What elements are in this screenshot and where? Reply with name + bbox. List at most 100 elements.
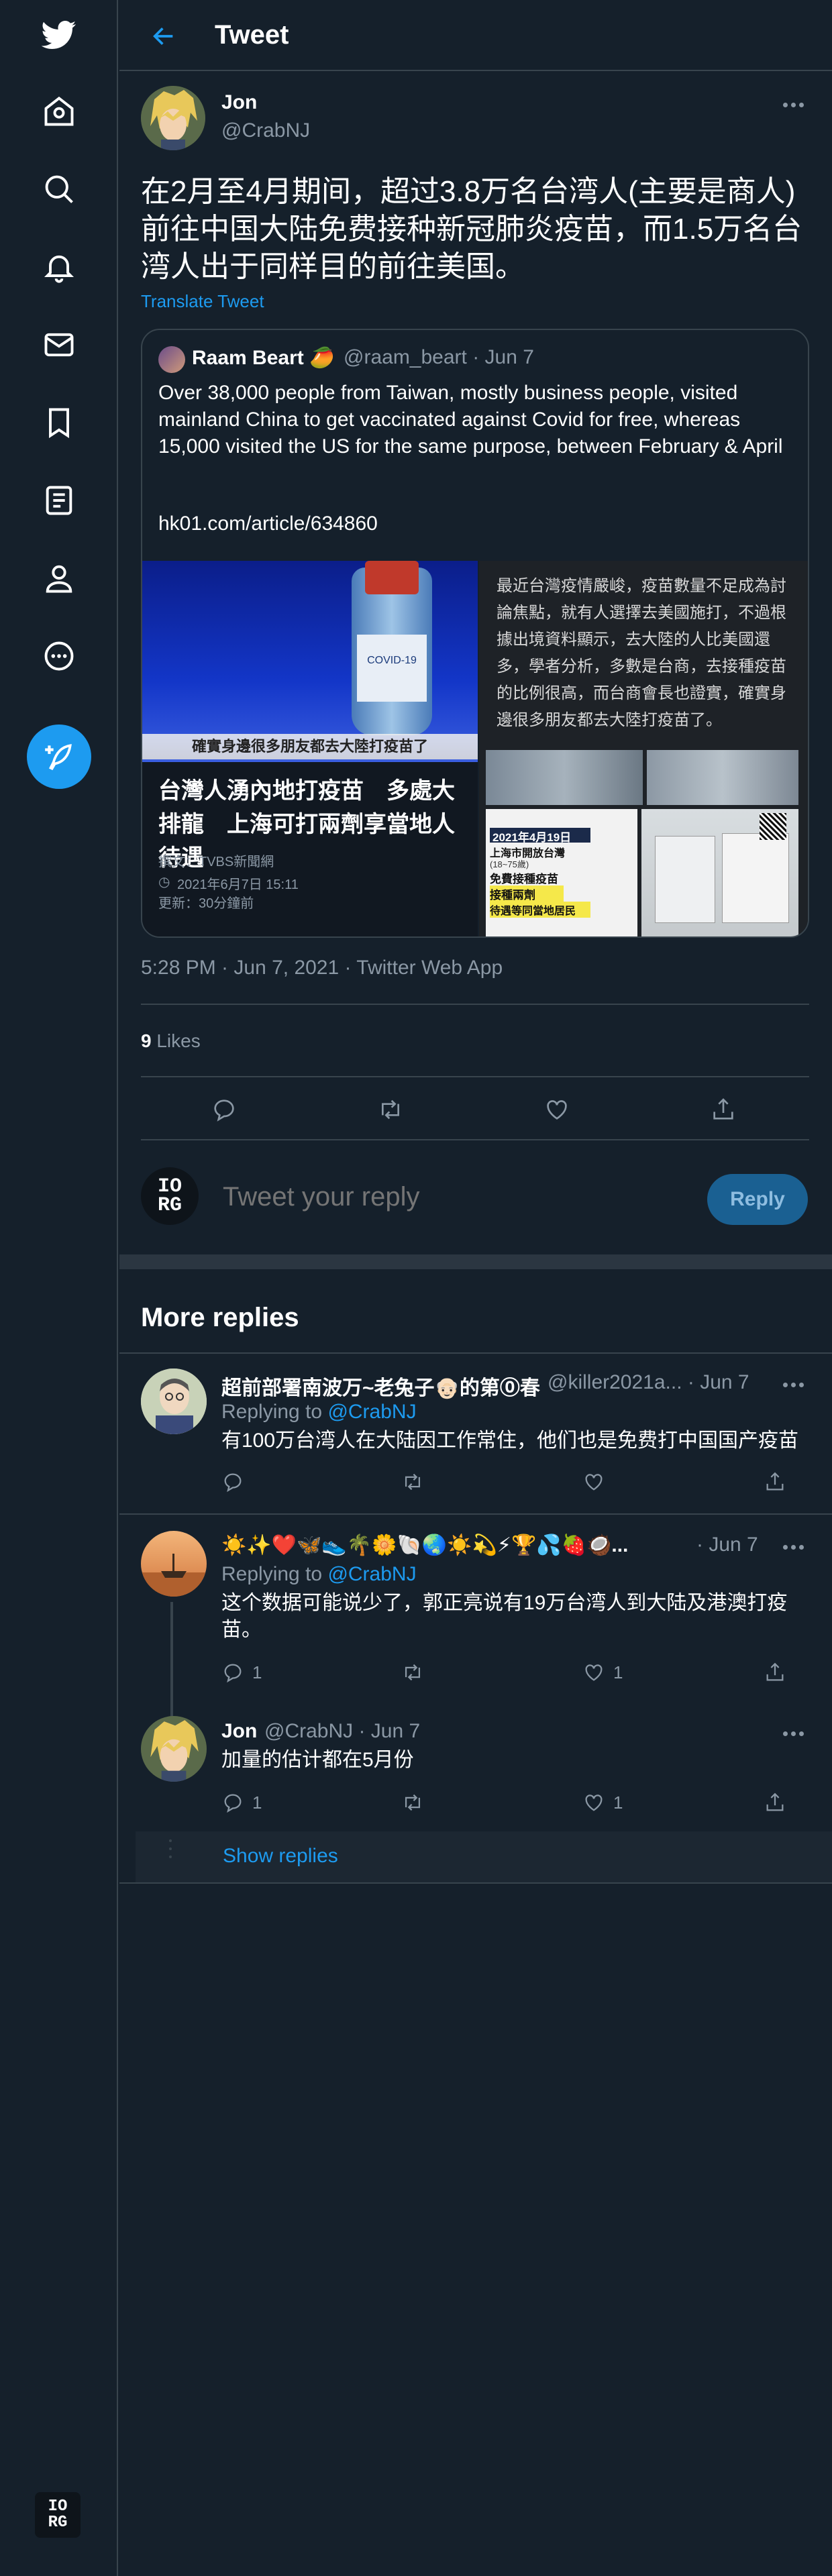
author-avatar[interactable] — [141, 86, 205, 150]
retweet-action[interactable] — [401, 1661, 424, 1684]
retweet-icon — [405, 1473, 421, 1491]
avatar-text-line-2: RG — [157, 1194, 182, 1217]
article-screenshot-left: COVID-19 確實身邊很多朋友都去大陸打疫苗了 台灣人湧內地打疫苗 多處大排… — [142, 561, 478, 936]
like-action[interactable] — [537, 1089, 577, 1130]
more-options-icon[interactable] — [35, 632, 83, 680]
twitter-logo-icon[interactable] — [35, 11, 83, 59]
page-title: Tweet — [215, 20, 289, 50]
quoted-tweet-link[interactable]: hk01.com/article/634860 — [158, 513, 378, 535]
author-name[interactable]: Jon — [221, 91, 257, 114]
reply-action[interactable] — [221, 1470, 244, 1493]
lists-icon[interactable] — [35, 476, 83, 525]
reply-action[interactable]: 1 — [221, 1661, 262, 1684]
heart-icon — [547, 1100, 567, 1120]
reply-input[interactable] — [223, 1182, 652, 1212]
main-column: Tweet Jon @CrabNJ 在2月至4月期间，超过3.8万名台湾人(主要… — [119, 0, 832, 2576]
retweet-icon — [382, 1099, 399, 1120]
quoted-author-meta: @raam_beart · Jun 7 — [344, 346, 534, 368]
avatar-text-line-1: IO — [48, 2498, 68, 2516]
compose-tweet-button[interactable] — [27, 724, 91, 789]
bookmarks-icon[interactable] — [35, 398, 83, 447]
reply-text: 这个数据可能说少了，郭正亮说有19万台湾人到大陆及港澳打疫苗。 — [221, 1592, 788, 1641]
like-action[interactable]: 1 — [582, 1791, 623, 1814]
heart-icon — [585, 1474, 603, 1491]
reply-more-options-icon[interactable] — [777, 1725, 809, 1741]
anime-character-avatar-icon — [141, 1716, 207, 1782]
anime-character-avatar-icon — [141, 86, 205, 150]
reply-text: 加量的估计都在5月份 — [221, 1749, 414, 1771]
quoted-author-name: Raam Beart 🥭 — [192, 347, 335, 369]
reply-button[interactable]: Reply — [707, 1174, 808, 1225]
reply-author-name[interactable]: 超前部署南波万~老兔子👴🏻的第⓪春 — [221, 1371, 540, 1401]
thread-ellipsis-icon — [169, 1839, 172, 1858]
article-screenshot-right: 最近台灣疫情嚴峻，疫苗數量不足成為討論焦點，就有人選擇去美國施打，不過根據出境資… — [479, 561, 808, 936]
retweet-action[interactable] — [401, 1791, 424, 1814]
back-button[interactable] — [142, 15, 185, 58]
like-action[interactable] — [582, 1470, 605, 1493]
notice-board-photo — [641, 809, 798, 936]
tweet-timestamp[interactable]: 5:28 PM · Jun 7, 2021 · Twitter Web App — [141, 957, 503, 979]
profile-icon[interactable] — [35, 554, 83, 602]
notifications-bell-icon[interactable] — [35, 243, 83, 291]
reply-more-options-icon[interactable] — [777, 1539, 809, 1555]
show-replies-link[interactable]: Show replies — [223, 1845, 338, 1868]
reply-more-options-icon[interactable] — [777, 1377, 809, 1393]
share-icon — [766, 1792, 784, 1811]
reply-author-meta[interactable]: @killer2021a... · Jun 7 — [548, 1371, 776, 1394]
reply-author-name[interactable]: ☀️✨❤️🦋👟🌴🌼🐚🌏☀️💫⚡🏆💦🍓🥥... — [221, 1534, 731, 1557]
reply-action[interactable] — [204, 1089, 244, 1130]
poster-date: 2021年4月19日 — [490, 828, 590, 844]
messages-mail-icon[interactable] — [35, 321, 83, 369]
reply-bubble-icon — [224, 1794, 242, 1813]
cartoon-man-avatar-icon — [141, 1368, 207, 1434]
composer-avatar[interactable]: IO RG — [141, 1167, 199, 1225]
home-icon[interactable] — [35, 87, 83, 136]
divider — [141, 1076, 809, 1077]
reply-count: 1 — [252, 1792, 262, 1813]
poster-line-3: 免費接種疫苗 — [490, 873, 558, 885]
like-count: 1 — [613, 1792, 623, 1813]
avatar-text-line-1: IO — [157, 1175, 182, 1198]
retweet-action[interactable] — [401, 1470, 424, 1493]
reply-author-meta[interactable]: · Jun 7 — [696, 1534, 758, 1556]
share-action[interactable] — [764, 1661, 786, 1684]
reply-action[interactable]: 1 — [221, 1791, 262, 1814]
like-count: 1 — [613, 1662, 623, 1682]
tweet-more-options-icon[interactable] — [777, 97, 809, 113]
replying-to-handle[interactable]: @CrabNJ — [327, 1401, 416, 1423]
more-replies-heading: More replies — [141, 1303, 299, 1332]
reply-author-name[interactable]: Jon — [221, 1720, 257, 1743]
reply-count: 1 — [252, 1662, 262, 1682]
account-avatar[interactable]: IO RG — [35, 2492, 81, 2538]
reply-bubble-icon — [224, 1664, 242, 1683]
like-action[interactable]: 1 — [582, 1661, 623, 1684]
reply-avatar[interactable] — [141, 1368, 207, 1434]
share-action[interactable] — [703, 1089, 743, 1130]
author-handle[interactable]: @CrabNJ — [221, 119, 310, 142]
avatar-text-line-2: RG — [48, 2514, 68, 2532]
reply-avatar[interactable] — [141, 1716, 207, 1782]
retweet-action[interactable] — [370, 1089, 411, 1130]
quoted-tweet[interactable]: Raam Beart 🥭 @raam_beart · Jun 7 Over 38… — [141, 329, 809, 938]
explore-search-icon[interactable] — [35, 165, 83, 213]
replying-to-handle[interactable]: @CrabNJ — [327, 1563, 416, 1585]
retweet-icon — [405, 1664, 421, 1681]
poster-line-4: 接種兩劑 — [490, 885, 564, 902]
article-updated: 更新：30分鐘前 — [158, 896, 254, 911]
share-icon — [766, 1472, 784, 1491]
poster-line-2: (18~75歲) — [490, 859, 529, 869]
thread-connector — [170, 1602, 173, 1723]
divider — [141, 1004, 809, 1005]
share-action[interactable] — [764, 1791, 786, 1814]
notice-sheet-2 — [722, 833, 789, 923]
likes-count[interactable]: 9 Likes — [141, 1030, 201, 1052]
share-action[interactable] — [764, 1470, 786, 1493]
translate-tweet-link[interactable]: Translate Tweet — [141, 291, 264, 312]
vial-label: COVID-19 — [357, 635, 427, 702]
photo-crowd-2 — [647, 750, 798, 805]
likes-label: Likes — [156, 1030, 201, 1051]
reply-avatar[interactable] — [141, 1531, 207, 1597]
tweet-text: 在2月至4月期间，超过3.8万名台湾人(主要是商人)前往中国大陆免费接种新冠肺炎… — [141, 175, 802, 283]
replying-to-line: Replying to @CrabNJ — [221, 1563, 417, 1586]
reply-author-meta[interactable]: @CrabNJ · Jun 7 — [264, 1720, 420, 1743]
